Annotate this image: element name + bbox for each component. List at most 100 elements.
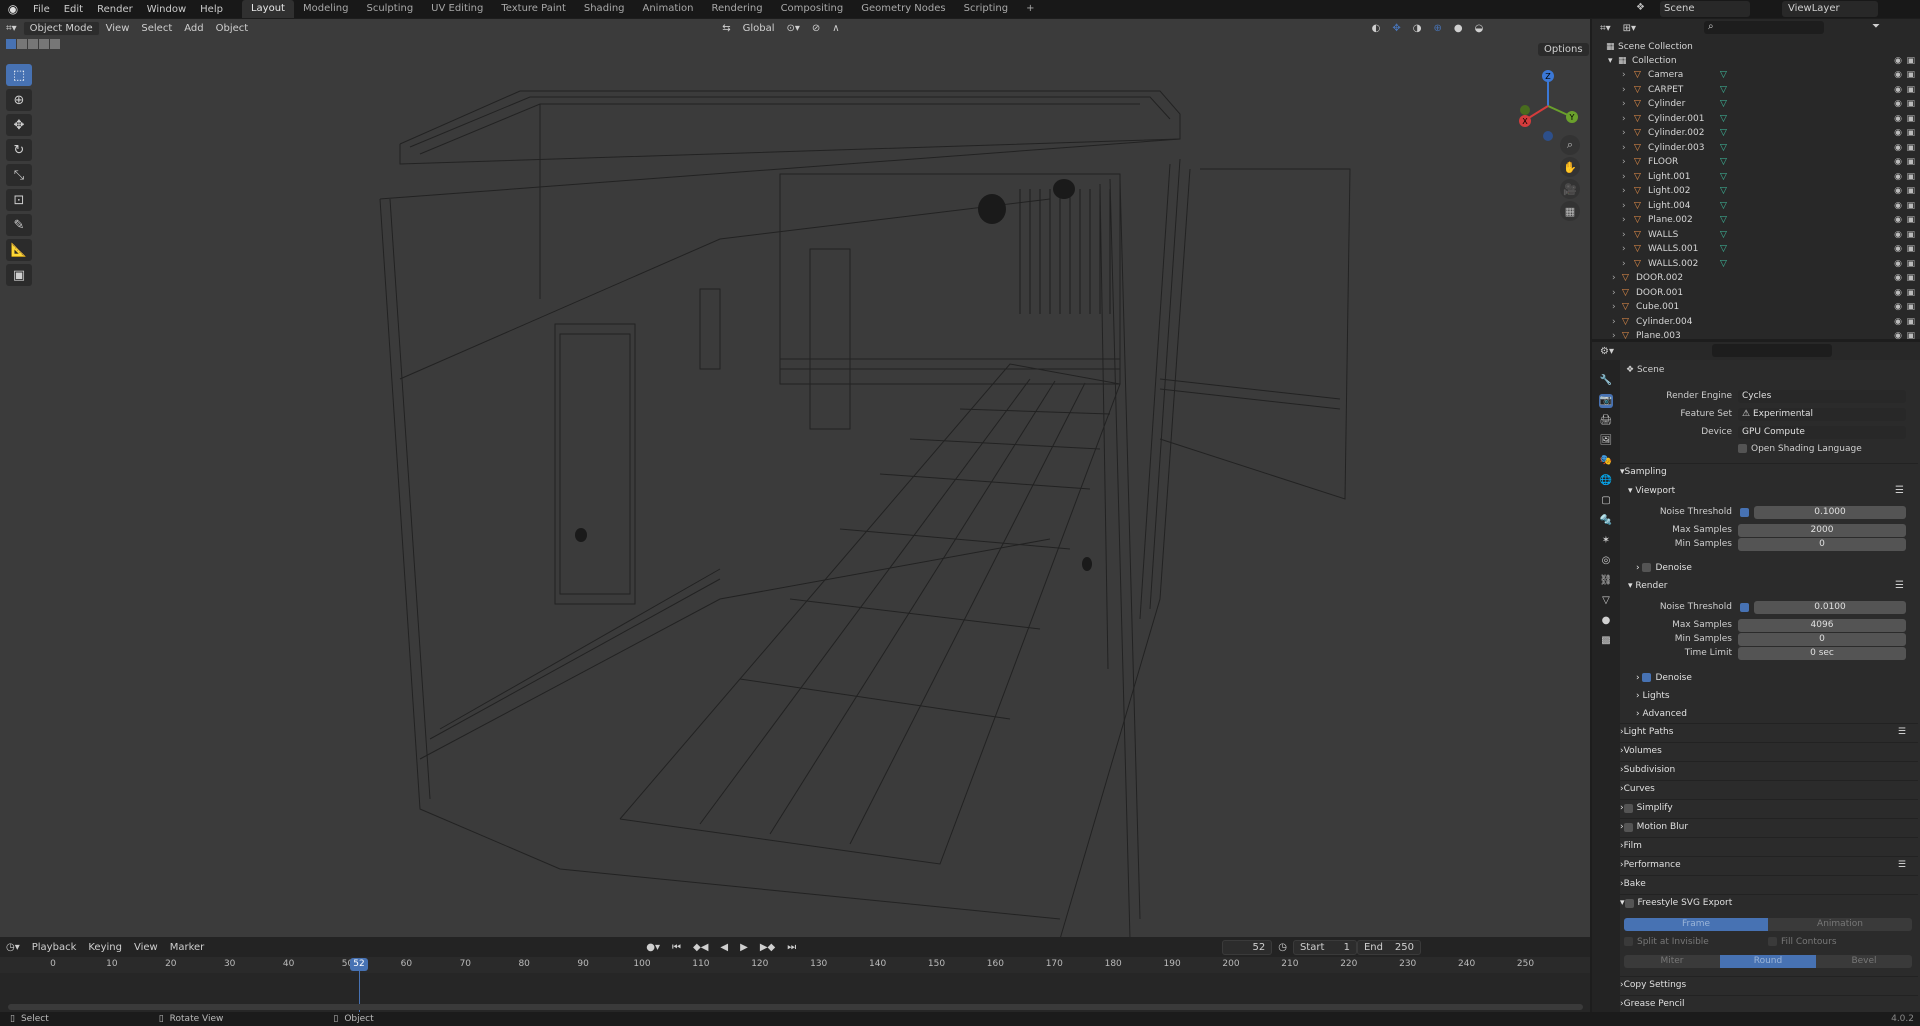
zoom-icon[interactable]: ⌕ <box>1560 135 1580 155</box>
list-icon[interactable]: ☰ <box>1898 727 1906 737</box>
pivot-icon[interactable]: ⊙▾ <box>781 22 806 35</box>
camera-render-icon[interactable]: ▣ <box>1906 244 1915 254</box>
data-tab-icon[interactable]: ▽ <box>1599 594 1613 608</box>
round-button[interactable]: Round <box>1720 955 1816 968</box>
properties-type-icon[interactable]: ⚙▾ <box>1600 346 1614 357</box>
tab-layout[interactable]: Layout <box>241 0 294 18</box>
camera-render-icon[interactable]: ▣ <box>1906 157 1915 167</box>
r-denoise-subpanel[interactable]: › Denoise <box>1636 673 1692 683</box>
eye-icon[interactable]: ◉ <box>1894 85 1902 95</box>
eye-icon[interactable]: ◉ <box>1894 172 1902 182</box>
eye-icon[interactable]: ◉ <box>1894 273 1902 283</box>
outliner-item[interactable]: › ▽ FLOOR ▽ ◉ ▣ <box>1592 155 1920 169</box>
blender-logo-icon[interactable]: ◉ <box>0 2 26 16</box>
current-frame-field[interactable]: 52 <box>1222 939 1273 955</box>
timeline-editor-icon[interactable]: ◷▾ <box>0 941 26 954</box>
jump-start-icon[interactable]: ⏮ <box>666 941 687 954</box>
outliner-item[interactable]: › ▽ Camera ▽ ◉ ▣ <box>1592 68 1920 82</box>
camera-view-icon[interactable]: 🎥 <box>1560 179 1580 199</box>
outliner-item[interactable]: › ▽ CARPET ▽ ◉ ▣ <box>1592 83 1920 97</box>
scene-selector[interactable]: Scene <box>1660 1 1750 17</box>
outliner-item[interactable]: › ▽ Light.002 ▽ ◉ ▣ <box>1592 184 1920 198</box>
snap-icon[interactable]: ⊘ <box>806 22 826 35</box>
scale-icon[interactable]: ⤡ <box>6 164 32 186</box>
camera-render-icon[interactable]: ▣ <box>1906 230 1915 240</box>
list-icon[interactable]: ☰ <box>1895 485 1904 496</box>
expand-icon[interactable]: › <box>1622 85 1626 95</box>
visibility-icon[interactable]: ◐ <box>1366 22 1387 35</box>
camera-render-icon[interactable]: ▣ <box>1906 85 1915 95</box>
select-box-icon[interactable]: ⬚ <box>6 64 32 86</box>
record-icon[interactable]: ●▾ <box>640 941 666 954</box>
editor-type-icon[interactable]: ⌗▾ <box>0 22 23 35</box>
camera-render-icon[interactable]: ▣ <box>1906 172 1915 182</box>
checkbox-icon[interactable] <box>1624 898 1634 908</box>
split-invisible-checkbox[interactable]: Split at Invisible <box>1624 937 1709 947</box>
light-paths-panel[interactable]: › Light Paths ☰ <box>1620 723 1918 740</box>
expand-icon[interactable]: › <box>1612 302 1616 312</box>
vp-noise-threshold-checkbox[interactable] <box>1740 508 1749 517</box>
eye-icon[interactable]: ◉ <box>1894 215 1902 225</box>
grid-toggle-icon[interactable]: ▦ <box>1560 201 1580 221</box>
eye-icon[interactable]: ◉ <box>1894 114 1902 124</box>
menu-select[interactable]: Select <box>135 22 178 35</box>
select-extend-icon[interactable] <box>17 39 27 49</box>
expand-icon[interactable]: › <box>1622 201 1626 211</box>
eye-icon[interactable]: ◉ <box>1894 56 1902 66</box>
navigation-gizmo[interactable]: Z Y X <box>1515 64 1581 144</box>
camera-render-icon[interactable]: ▣ <box>1906 201 1915 211</box>
svg-animation-button[interactable]: Animation <box>1768 918 1912 931</box>
expand-icon[interactable]: ▾ <box>1608 56 1613 66</box>
checkbox-icon[interactable] <box>1642 673 1652 682</box>
scene-tab-icon[interactable]: 🎭 <box>1599 454 1613 468</box>
expand-icon[interactable]: › <box>1622 244 1626 254</box>
jump-end-icon[interactable]: ⏭ <box>781 941 802 954</box>
render-subpanel-header[interactable]: ▾ Render <box>1628 581 1667 591</box>
time-limit-field[interactable]: 0 sec <box>1738 647 1906 660</box>
view-layer-selector[interactable]: ViewLayer <box>1782 1 1878 17</box>
outliner-item[interactable]: › ▽ Cylinder ▽ ◉ ▣ <box>1592 97 1920 111</box>
list-icon[interactable]: ☰ <box>1895 580 1904 591</box>
material-tab-icon[interactable]: ● <box>1599 614 1613 628</box>
particles-tab-icon[interactable]: ✶ <box>1599 534 1613 548</box>
select-invert-icon[interactable] <box>39 39 49 49</box>
outliner-item[interactable]: › ▽ Light.004 ▽ ◉ ▣ <box>1592 199 1920 213</box>
eye-icon[interactable]: ◉ <box>1894 259 1902 269</box>
outliner-item[interactable]: › ▽ DOOR.001 ◉ ▣ <box>1592 286 1920 300</box>
freestyle-svg-panel[interactable]: ▾ Freestyle SVG Export <box>1620 894 1918 911</box>
expand-icon[interactable]: › <box>1622 143 1626 153</box>
play-icon[interactable]: ▶ <box>734 941 754 954</box>
r-min-samples-field[interactable]: 0 <box>1738 633 1906 646</box>
camera-render-icon[interactable]: ▣ <box>1906 186 1915 196</box>
outliner-item[interactable]: › ▽ WALLS.002 ▽ ◉ ▣ <box>1592 257 1920 271</box>
tab-scripting[interactable]: Scripting <box>955 0 1017 18</box>
menu-playback[interactable]: Playback <box>26 941 83 954</box>
bevel-button[interactable]: Bevel <box>1816 955 1912 968</box>
timeline-scrollbar[interactable] <box>8 1004 1583 1010</box>
curves-panel[interactable]: › Curves <box>1620 780 1918 797</box>
shading-solid-icon[interactable]: ● <box>1448 22 1469 35</box>
menu-window[interactable]: Window <box>140 4 193 15</box>
menu-object[interactable]: Object <box>210 22 255 35</box>
camera-render-icon[interactable]: ▣ <box>1906 56 1915 66</box>
camera-render-icon[interactable]: ▣ <box>1906 331 1915 341</box>
tab-modeling[interactable]: Modeling <box>294 0 358 18</box>
feature-set-dropdown[interactable]: ⚠ Experimental <box>1738 408 1906 421</box>
menu-marker[interactable]: Marker <box>164 941 211 954</box>
expand-icon[interactable]: › <box>1612 273 1616 283</box>
modifier-tab-icon[interactable]: 🔩 <box>1599 514 1613 528</box>
world-tab-icon[interactable]: 🌐 <box>1599 474 1613 488</box>
camera-render-icon[interactable]: ▣ <box>1906 288 1915 298</box>
outliner-item[interactable]: › ▽ DOOR.002 ◉ ▣ <box>1592 271 1920 285</box>
copy-settings-panel[interactable]: › Copy Settings <box>1620 976 1918 993</box>
menu-render[interactable]: Render <box>90 4 140 15</box>
expand-icon[interactable]: › <box>1622 128 1626 138</box>
fill-contours-checkbox[interactable]: Fill Contours <box>1768 937 1837 947</box>
camera-render-icon[interactable]: ▣ <box>1906 273 1915 283</box>
pan-hand-icon[interactable]: ✋ <box>1560 157 1580 177</box>
texture-tab-icon[interactable]: ▩ <box>1599 634 1613 648</box>
shading-wire-icon[interactable]: ⊕ <box>1427 22 1447 35</box>
output-tab-icon[interactable]: 🖨 <box>1599 414 1613 428</box>
outliner-item[interactable]: › ▽ Cylinder.004 ◉ ▣ <box>1592 315 1920 329</box>
osl-checkbox[interactable]: Open Shading Language <box>1738 444 1862 454</box>
